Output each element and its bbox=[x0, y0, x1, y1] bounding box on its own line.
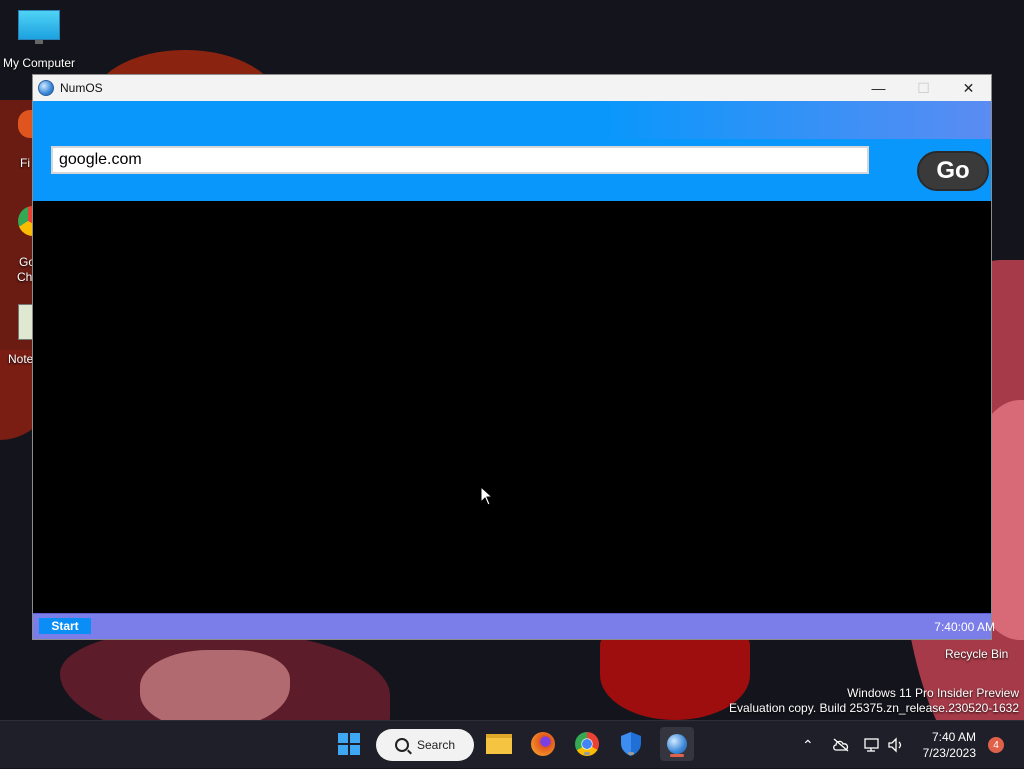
desktop-icon-my-computer[interactable]: My Computer bbox=[1, 10, 77, 70]
taskbar-chrome[interactable] bbox=[572, 729, 602, 759]
numos-window: NumOS — ☐ ✕ Go Start 7:40:00 AM bbox=[32, 74, 995, 640]
start-button[interactable]: Start bbox=[39, 618, 91, 634]
taskbar-defender[interactable] bbox=[616, 729, 646, 759]
network-icon bbox=[864, 738, 879, 752]
watermark-line-2: Evaluation copy. Build 25375.zn_release.… bbox=[729, 701, 1019, 715]
maximize-button: ☐ bbox=[917, 79, 930, 96]
taskbar-search-button[interactable]: Search bbox=[376, 729, 474, 761]
recycle-bin-label: Recycle Bin bbox=[945, 647, 1009, 661]
volume-icon bbox=[888, 737, 902, 753]
window-title: NumOS bbox=[60, 81, 103, 95]
taskbar-firefox[interactable] bbox=[528, 729, 558, 759]
taskbar-numos[interactable] bbox=[660, 727, 694, 761]
chevron-up-icon: ⌃ bbox=[802, 736, 814, 753]
clock-time: 7:40 AM bbox=[931, 730, 976, 744]
cloud-off-icon bbox=[833, 738, 849, 752]
url-input[interactable] bbox=[51, 146, 869, 174]
desktop-icon-label: Note bbox=[8, 352, 34, 366]
numos-taskbar: Start 7:40:00 AM bbox=[33, 613, 995, 639]
running-indicator bbox=[628, 752, 634, 755]
numos-clock: 7:40:00 AM bbox=[934, 620, 995, 634]
desktop-icon-label: My Computer bbox=[2, 56, 76, 70]
mouse-cursor-icon bbox=[480, 486, 494, 506]
watermark-line-1: Windows 11 Pro Insider Preview bbox=[847, 686, 1019, 700]
browser-header-band bbox=[33, 101, 991, 139]
window-titlebar[interactable]: NumOS — ☐ ✕ bbox=[33, 75, 991, 101]
file-explorer-icon bbox=[486, 734, 512, 754]
numos-app-icon bbox=[38, 80, 54, 96]
windows-logo-icon bbox=[338, 733, 360, 755]
minimize-button[interactable]: — bbox=[856, 75, 901, 101]
taskbar-file-explorer[interactable] bbox=[484, 729, 514, 759]
search-icon bbox=[394, 738, 409, 752]
windows-taskbar: Search ⌃ 7:40 AM 7/23/2023 4 bbox=[0, 720, 1024, 768]
tray-volume[interactable] bbox=[887, 721, 905, 769]
clock-date: 7/23/2023 bbox=[922, 746, 976, 760]
browser-content-area[interactable] bbox=[33, 201, 991, 613]
monitor-icon bbox=[18, 10, 60, 44]
notification-badge[interactable]: 4 bbox=[988, 737, 1004, 753]
tray-overflow-button[interactable]: ⌃ bbox=[802, 721, 814, 769]
active-indicator bbox=[670, 754, 684, 757]
address-bar: Go bbox=[33, 139, 991, 201]
running-indicator bbox=[584, 752, 590, 755]
taskbar-clock[interactable]: 7:40 AM 7/23/2023 bbox=[923, 729, 976, 761]
close-button[interactable]: ✕ bbox=[946, 75, 991, 101]
desktop-icon-label: Ch bbox=[17, 270, 33, 284]
start-menu-button[interactable] bbox=[334, 729, 364, 759]
firefox-icon bbox=[531, 732, 555, 756]
windows-watermark: Windows 11 Pro Insider Preview Evaluatio… bbox=[729, 686, 1019, 716]
numos-icon bbox=[667, 734, 687, 754]
desktop-icon-label: Fi bbox=[20, 156, 30, 170]
tray-network[interactable] bbox=[863, 721, 881, 769]
search-label: Search bbox=[416, 738, 456, 752]
tray-onedrive[interactable] bbox=[832, 721, 850, 769]
go-button[interactable]: Go bbox=[917, 151, 989, 191]
